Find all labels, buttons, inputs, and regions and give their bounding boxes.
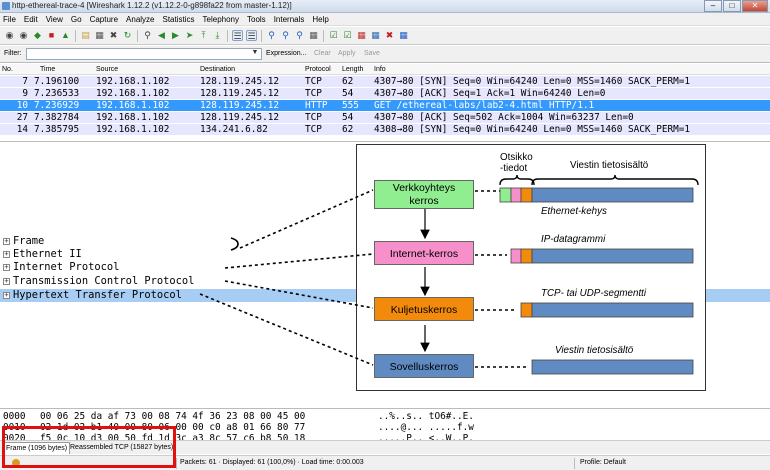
hex-ascii: ..%..s.. tO6#..E. <box>378 411 474 422</box>
wireshark-window: http-ethereal-trace-4 [Wireshark 1.12.2 … <box>0 0 770 470</box>
connector-dashed <box>199 293 374 366</box>
hex-ascii: ....@... .....f.w <box>378 422 474 433</box>
packet-count-status: Packets: 61 · Displayed: 61 (100,0%) · L… <box>180 459 364 466</box>
profile-status[interactable]: Profile: Default <box>580 459 626 466</box>
connector-dashed <box>224 280 374 309</box>
highlight-frame <box>2 426 176 468</box>
hex-bytes: 00 06 25 da af 73 00 08 74 4f 36 23 08 0… <box>40 411 306 422</box>
connector-dashed <box>224 253 374 269</box>
status-separator <box>574 458 575 469</box>
status-separator <box>176 458 177 469</box>
connector-dashed <box>239 189 374 249</box>
hex-ascii: .....P.. <..W..P. <box>378 433 474 440</box>
frame-brace <box>230 237 239 251</box>
outer-connectors <box>199 189 374 366</box>
hex-offset: 0000 <box>3 411 26 422</box>
